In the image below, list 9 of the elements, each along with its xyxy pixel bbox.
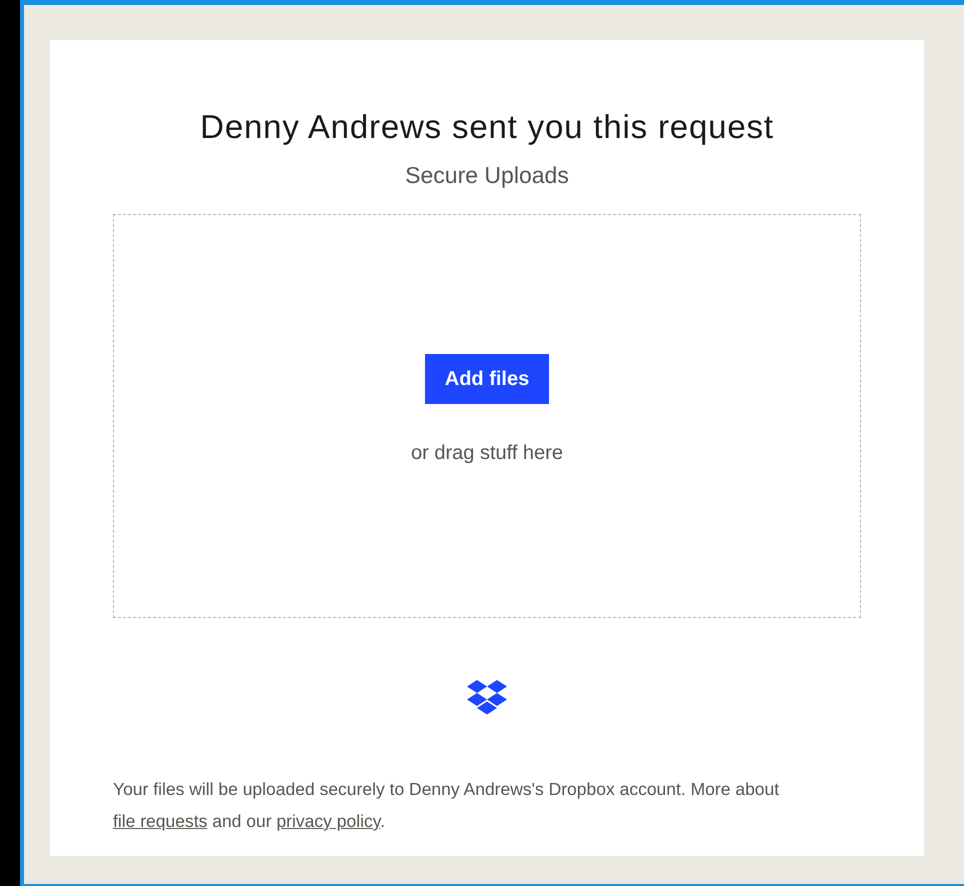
request-title: Denny Andrews sent you this request — [200, 107, 774, 147]
add-files-button[interactable]: Add files — [424, 354, 550, 404]
footer-note: Your files will be uploaded securely to Denny Andrews's Dropbox account. More about file requests and our privacy policy. — [113, 778, 780, 833]
footer-link[interactable]: file requests — [113, 811, 208, 831]
drop-zone[interactable]: Add files or drag stuff here — [113, 214, 861, 618]
footer-link[interactable]: privacy policy — [276, 811, 380, 831]
dropbox-logo-icon — [467, 680, 507, 715]
request-subtitle: Secure Uploads — [405, 160, 569, 190]
drag-hint: or drag stuff here — [411, 441, 563, 466]
